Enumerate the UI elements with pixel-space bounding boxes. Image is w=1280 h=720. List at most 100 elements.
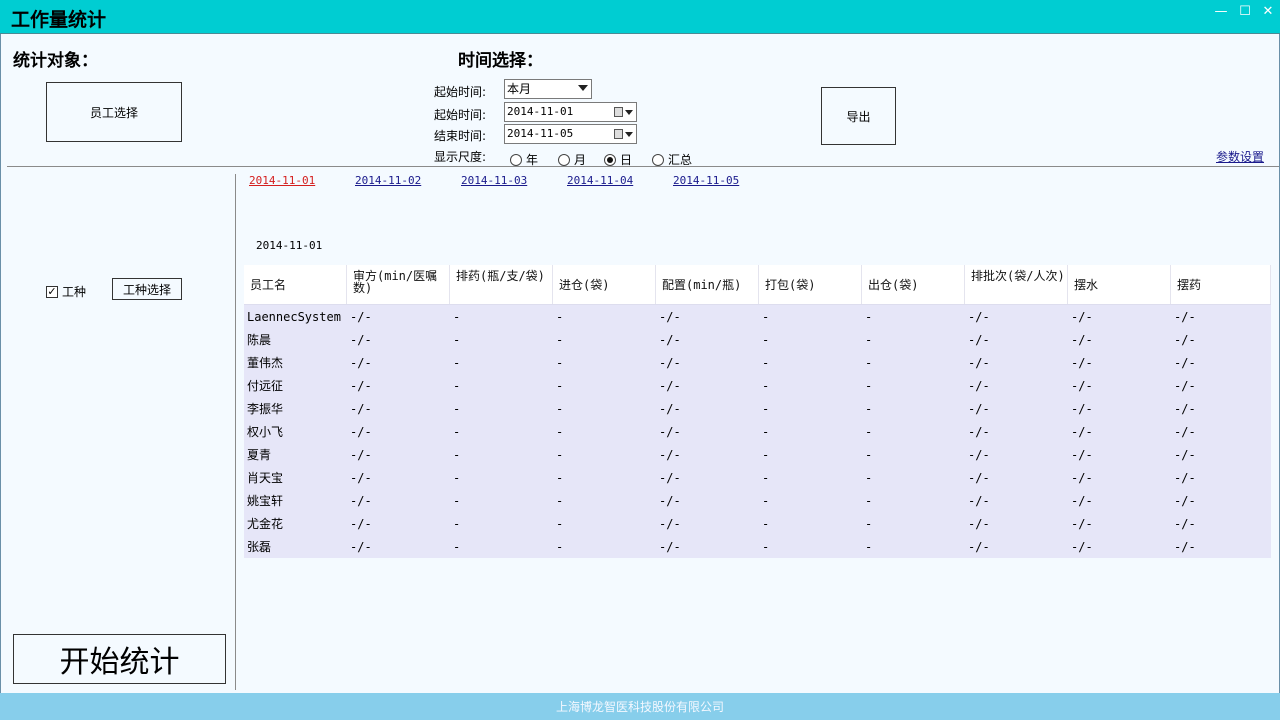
table-cell: -	[865, 447, 873, 462]
table-cell: -	[453, 378, 461, 393]
employee-name-cell: 董伟杰	[247, 356, 284, 370]
table-cell: -	[762, 424, 770, 439]
table-row[interactable]: 张磊 -/- - - -/- - - -/- -/- -/-	[244, 535, 1271, 558]
time-select-heading: 时间选择：	[458, 51, 543, 71]
table-row[interactable]: 尤金花 -/- - - -/- - - -/- -/- -/-	[244, 512, 1271, 535]
table-row[interactable]: 陈晨 -/- - - -/- - - -/- -/- -/-	[244, 328, 1271, 351]
table-cell: -	[556, 539, 564, 554]
table-cell: -	[453, 424, 461, 439]
date-tab-5[interactable]: 2014-11-05	[673, 174, 739, 187]
table-cell: -	[556, 424, 564, 439]
table-row[interactable]: 肖天宝 -/- - - -/- - - -/- -/- -/-	[244, 466, 1271, 489]
table-row[interactable]: 付远征 -/- - - -/- - - -/- -/- -/-	[244, 374, 1271, 397]
table-cell: -	[453, 516, 461, 531]
table-cell: -/-	[1071, 516, 1093, 531]
export-button[interactable]: 导出	[821, 87, 896, 145]
table-cell: -/-	[350, 447, 372, 462]
close-icon[interactable]: ✕	[1259, 4, 1277, 20]
stat-target-heading: 统计对象：	[13, 51, 98, 71]
company-name: 上海博龙智医科技股份有限公司	[555, 700, 724, 714]
window-title: 工作量统计	[11, 9, 107, 31]
table-cell: -/-	[968, 516, 990, 531]
table-cell: -	[453, 401, 461, 416]
horizontal-divider	[7, 166, 1279, 167]
table-cell: -/-	[1071, 539, 1093, 554]
table-cell: -	[453, 447, 461, 462]
table-cell: -/-	[350, 516, 372, 531]
checkmark-icon: ✓	[46, 284, 58, 298]
table-cell: -/-	[659, 332, 681, 347]
table-row[interactable]: 李振华 -/- - - -/- - - -/- -/- -/-	[244, 397, 1271, 420]
table-cell: -	[865, 516, 873, 531]
employee-name-cell: 尤金花	[247, 517, 284, 531]
calendar-icon	[614, 129, 623, 139]
table-cell: -	[453, 355, 461, 370]
table-cell: -	[453, 470, 461, 485]
table-cell: -	[556, 401, 564, 416]
preset-select[interactable]: 本月	[504, 79, 592, 99]
table-cell: -/-	[659, 493, 681, 508]
employee-name-cell: 夏青	[247, 448, 272, 462]
column-header-outbound: 出仓(袋)	[862, 265, 965, 304]
table-cell: -/-	[350, 424, 372, 439]
date-tab-2[interactable]: 2014-11-02	[355, 174, 421, 187]
employee-name-cell: 付远征	[247, 379, 284, 393]
scale-label: 显示尺度:	[434, 150, 487, 164]
table-cell: -/-	[1174, 539, 1196, 554]
employee-name-cell: 李振华	[247, 402, 284, 416]
table-cell: -/-	[968, 424, 990, 439]
table-cell: -	[762, 516, 770, 531]
employee-select-button[interactable]: 员工选择	[46, 82, 182, 142]
column-header-drug: 摆药	[1171, 265, 1271, 304]
table-cell: -	[865, 332, 873, 347]
main-window: 统计对象： 员工选择 时间选择： 起始时间: 本月 起始时间: 2014-11-…	[0, 34, 1280, 693]
table-cell: -/-	[350, 355, 372, 370]
column-header-review: 审方(min/医嘱数)	[347, 265, 450, 304]
date-tab-1[interactable]: 2014-11-01	[249, 174, 315, 187]
table-row[interactable]: 夏青 -/- - - -/- - - -/- -/- -/-	[244, 443, 1271, 466]
table-cell: -/-	[1071, 424, 1093, 439]
preset-value: 本月	[507, 82, 532, 96]
table-cell: -	[762, 355, 770, 370]
worktype-select-button[interactable]: 工种选择	[112, 278, 182, 300]
employee-name-cell: 陈晨	[247, 333, 272, 347]
table-cell: -/-	[1174, 516, 1196, 531]
employee-name-cell: LaennecSystem	[247, 309, 341, 324]
table-cell: -/-	[1174, 332, 1196, 347]
table-cell: -/-	[1071, 401, 1093, 416]
table-row[interactable]: LaennecSystem -/- - - -/- - - -/- -/- -/-	[244, 305, 1271, 328]
column-header-config: 配置(min/瓶)	[656, 265, 759, 304]
table-cell: -	[762, 401, 770, 416]
table-cell: -/-	[350, 539, 372, 554]
table-cell: -/-	[1174, 424, 1196, 439]
employee-name-cell: 权小飞	[247, 425, 284, 439]
table-cell: -	[865, 493, 873, 508]
table-cell: -	[556, 447, 564, 462]
start-date-picker[interactable]: 2014-11-01	[504, 102, 637, 122]
minimize-icon[interactable]: —	[1212, 4, 1230, 20]
maximize-icon[interactable]: ☐	[1236, 4, 1254, 20]
title-bar: 工作量统计 — ☐ ✕	[0, 0, 1280, 34]
employee-name-cell: 张磊	[247, 540, 272, 554]
table-cell: -/-	[1174, 470, 1196, 485]
date-tab-4[interactable]: 2014-11-04	[567, 174, 633, 187]
table-row[interactable]: 姚宝轩 -/- - - -/- - - -/- -/- -/-	[244, 489, 1271, 512]
param-settings-link[interactable]: 参数设置	[1216, 148, 1264, 165]
table-cell: -/-	[1071, 493, 1093, 508]
worktype-checkbox[interactable]: ✓ 工种	[46, 283, 86, 300]
end-date-picker[interactable]: 2014-11-05	[504, 124, 637, 144]
date-tab-3[interactable]: 2014-11-03	[461, 174, 527, 187]
radio-circle-icon	[652, 153, 664, 166]
table-cell: -/-	[1071, 332, 1093, 347]
table-row[interactable]: 董伟杰 -/- - - -/- - - -/- -/- -/-	[244, 351, 1271, 374]
start-stat-button[interactable]: 开始统计	[13, 634, 226, 684]
table-cell: -/-	[659, 470, 681, 485]
table-cell: -/-	[1174, 401, 1196, 416]
start-date-value: 2014-11-01	[507, 105, 574, 118]
table-cell: -/-	[1071, 447, 1093, 462]
table-row[interactable]: 权小飞 -/- - - -/- - - -/- -/- -/-	[244, 420, 1271, 443]
table-cell: -/-	[659, 378, 681, 393]
table-cell: -/-	[350, 332, 372, 347]
column-header-water: 摆水	[1068, 265, 1171, 304]
column-header-dispense: 排药(瓶/支/袋)	[450, 265, 553, 304]
